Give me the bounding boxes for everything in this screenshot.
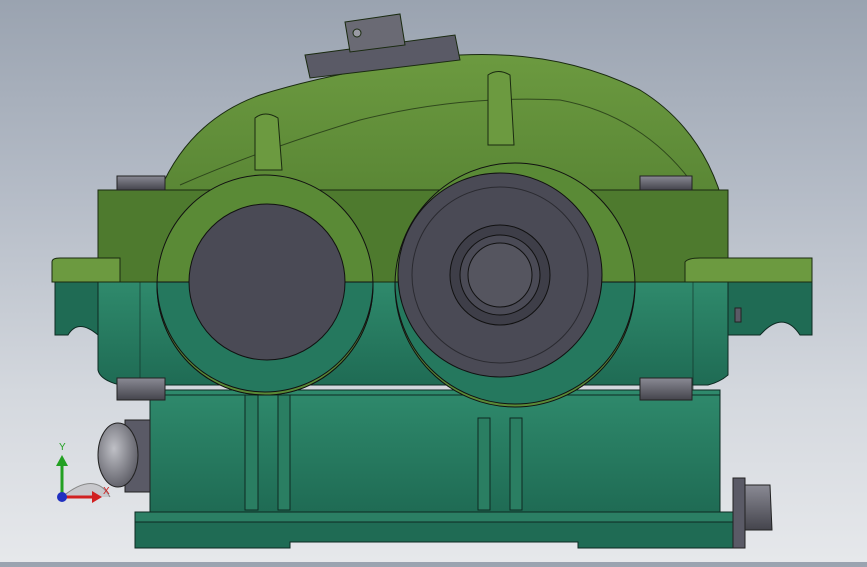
z-axis-dot: [57, 492, 67, 502]
input-shaft-cover[interactable]: [188, 203, 346, 361]
triad-y-label: Y: [59, 442, 66, 453]
output-shaft[interactable]: [467, 242, 533, 308]
gearbox-model[interactable]: [0, 0, 867, 562]
triad-x-label: X: [103, 486, 110, 497]
oil-plug: [97, 419, 151, 493]
graphics-viewport[interactable]: Y X: [0, 0, 867, 562]
